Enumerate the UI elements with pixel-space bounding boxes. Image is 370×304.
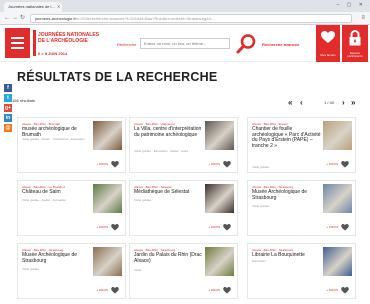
card-photo[interactable] xyxy=(205,121,234,150)
result-card[interactable]: Alsace · Bas-Rhin · Sélestat Médiathèque … xyxy=(129,180,238,236)
result-card[interactable]: Alsace · Bas-Rhin · Strasbourg Musée Arch… xyxy=(17,243,126,299)
url-host: journees-archeologie.fr xyxy=(35,16,76,21)
logo-bar xyxy=(33,30,36,56)
result-card[interactable]: Alsace · Bas-Rhin · Brumath musée archéol… xyxy=(17,117,126,173)
linkedin-icon[interactable]: in xyxy=(4,114,12,122)
card-activities: Visite guidée xyxy=(252,204,270,208)
twitter-icon[interactable]: t xyxy=(4,94,12,102)
card-activities: Visite guidée xyxy=(22,267,40,271)
heart-icon[interactable] xyxy=(111,224,119,231)
heart-icon[interactable] xyxy=(341,161,349,168)
more-info-link[interactable]: + INFOS xyxy=(326,288,338,292)
close-tab-icon[interactable]: ✕ xyxy=(57,5,60,9)
card-activities: Visite guidée xyxy=(134,198,152,202)
heart-icon[interactable] xyxy=(223,224,231,231)
card-title[interactable]: Musée Archéologique de Strasbourg xyxy=(22,252,92,264)
first-page-button[interactable]: « xyxy=(288,98,292,107)
heart-icon[interactable] xyxy=(341,224,349,231)
card-title[interactable]: Médiathèque de Sélestat xyxy=(134,189,204,196)
social-share-bar: f t g+ in @ xyxy=(4,84,12,134)
search-icon[interactable] xyxy=(235,33,257,55)
browser-menu-icon[interactable]: ≡ xyxy=(361,15,365,22)
heart-icon[interactable] xyxy=(111,161,119,168)
card-activities: Visite guidée · Atelier · Conférence · E… xyxy=(22,137,85,141)
site-header: JOURNÉES NATIONALES DE L'ARCHÉOLOGIE 6 >… xyxy=(0,25,370,62)
card-title[interactable]: Musée Archéologique de Strasbourg xyxy=(252,189,322,201)
card-photo[interactable] xyxy=(93,247,122,276)
card-photo[interactable] xyxy=(205,184,234,213)
heart-icon[interactable] xyxy=(223,287,231,294)
last-page-button[interactable]: » xyxy=(351,98,355,107)
address-bar[interactable]: journees-archeologie.fr/c-2016/recherche… xyxy=(30,14,352,23)
page-title: RÉSULTATS DE LA RECHERCHE xyxy=(17,70,218,84)
browser-tab[interactable]: Journées nationales de l... ✕ xyxy=(4,2,62,12)
card-photo[interactable] xyxy=(93,184,122,213)
result-card[interactable]: Alsace · Bas-Rhin · Erstein Chantier de f… xyxy=(247,117,356,173)
tab-bar: Journées nationales de l... ✕ – ▢ ✕ xyxy=(0,0,370,12)
card-photo[interactable] xyxy=(323,121,352,150)
browser-window: Journées nationales de l... ✕ – ▢ ✕ ← → … xyxy=(0,0,370,304)
card-activities: Exposition xyxy=(252,259,266,263)
advanced-search-link[interactable]: Recherche avancée xyxy=(262,42,299,47)
address-toolbar: ← → ↻ journees-archeologie.fr/c-2016/rec… xyxy=(0,12,370,25)
heart-icon[interactable] xyxy=(341,287,349,294)
more-info-link[interactable]: + INFOS xyxy=(96,162,108,166)
more-info-link[interactable]: + INFOS xyxy=(326,162,338,166)
account-button[interactable]: Espace participants xyxy=(342,25,368,62)
results-count: 166 résultats xyxy=(12,98,35,103)
next-page-button[interactable]: › xyxy=(342,98,345,107)
card-activities: Visite guidée · Exposition · Atelier · A… xyxy=(134,149,189,153)
card-title[interactable]: La Villa, centre d'interprétation du pat… xyxy=(134,126,204,138)
facebook-icon[interactable]: f xyxy=(4,84,12,92)
heart-icon xyxy=(321,31,335,43)
card-photo[interactable] xyxy=(323,184,352,213)
account-label: Espace participants xyxy=(347,51,363,58)
card-title[interactable]: Jardin du Palais du Rhin (Drac Alsace) xyxy=(134,252,204,264)
result-card[interactable]: Alsace · Bas-Rhin · Le Bruckhof Château d… xyxy=(17,180,126,236)
prev-page-button[interactable]: ‹ xyxy=(300,98,303,107)
card-photo[interactable] xyxy=(323,247,352,276)
more-info-link[interactable]: + INFOS xyxy=(96,288,108,292)
reload-icon[interactable]: ↻ xyxy=(20,14,25,22)
card-title[interactable]: Chantier de fouille archéologique « Parc… xyxy=(252,126,322,149)
card-title[interactable]: Librairie La Bouquinette xyxy=(252,252,322,259)
card-activities: Visite guidée · Atelier · Animation xyxy=(22,198,66,202)
card-photo[interactable] xyxy=(93,121,122,150)
url-path: /c-2016/recherche-avancee?f=2016&f=Bas+R… xyxy=(75,16,216,21)
heart-icon[interactable] xyxy=(111,287,119,294)
card-activities: Visite guidée xyxy=(252,165,270,169)
search-input[interactable] xyxy=(140,38,230,49)
pagination: « ‹ 1 / 40 › » xyxy=(288,98,363,108)
lock-icon xyxy=(349,30,361,46)
more-info-link[interactable]: + INFOS xyxy=(208,225,220,229)
more-info-link[interactable]: + INFOS xyxy=(208,288,220,292)
card-activities: Visite xyxy=(134,268,142,272)
result-card[interactable]: Alsace · Bas-Rhin · Haguenau La Villa, ce… xyxy=(129,117,238,173)
page-indicator: 1 / 40 xyxy=(324,100,335,105)
email-icon[interactable]: @ xyxy=(4,124,12,132)
tab-title: Journées nationales de l... xyxy=(8,4,55,9)
result-card[interactable]: Alsace · Bas-Rhin · Strasbourg Musée Arch… xyxy=(247,180,356,236)
more-info-link[interactable]: + INFOS xyxy=(326,225,338,229)
hamburger-menu-button[interactable] xyxy=(5,28,30,58)
search-label: Recherche xyxy=(117,42,137,47)
favorites-button[interactable]: Mes favoris xyxy=(316,25,340,62)
logo-date: 6 > 8 JUIN 2014 xyxy=(38,51,68,56)
back-icon[interactable]: ← xyxy=(4,14,10,22)
forward-icon[interactable]: → xyxy=(12,14,18,22)
more-info-link[interactable]: + INFOS xyxy=(96,225,108,229)
result-card[interactable]: Alsace · Bas-Rhin · Strasbourg Jardin du … xyxy=(129,243,238,299)
window-controls[interactable]: – ▢ ✕ xyxy=(337,2,366,8)
result-card[interactable]: Alsace · Bas-Rhin · Strasbourg Librairie … xyxy=(247,243,356,299)
google-plus-icon[interactable]: g+ xyxy=(4,104,12,112)
logo-line2: DE L'ARCHÉOLOGIE xyxy=(38,38,88,44)
site-logo[interactable]: JOURNÉES NATIONALES DE L'ARCHÉOLOGIE xyxy=(38,32,110,44)
card-photo[interactable] xyxy=(205,247,234,276)
card-title[interactable]: Château de Salm xyxy=(22,189,92,196)
more-info-link[interactable]: + INFOS xyxy=(208,162,220,166)
favorites-label: Mes favoris xyxy=(320,53,336,57)
heart-icon[interactable] xyxy=(223,161,231,168)
